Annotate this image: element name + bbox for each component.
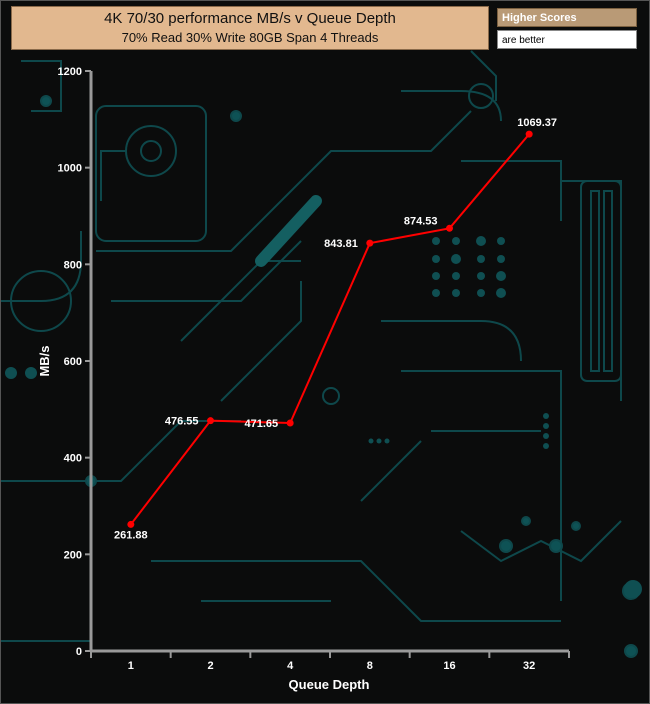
chart-title-box: 4K 70/30 performance MB/s v Queue Depth … — [11, 6, 489, 50]
x-tick-label: 32 — [523, 660, 535, 672]
data-label: 874.53 — [404, 215, 438, 227]
data-point — [446, 224, 453, 232]
y-axis: 0 200 400 600 800 1000 1200 — [58, 66, 93, 658]
chart-title: 4K 70/30 performance MB/s v Queue Depth — [104, 10, 396, 27]
y-tick-label: 800 — [64, 259, 82, 271]
x-axis-title: Queue Depth — [289, 677, 370, 692]
chart-frame: 0 200 400 600 800 1000 1200 1 2 4 8 16 32 261.88 476… — [0, 0, 650, 704]
y-tick-label: 400 — [64, 453, 82, 465]
x-tick-label: 8 — [367, 660, 373, 672]
x-tick-label: 2 — [207, 660, 213, 672]
data-label: 261.88 — [114, 529, 148, 541]
y-tick-label: 0 — [76, 646, 82, 658]
x-tick-label: 4 — [287, 660, 294, 672]
series-path — [130, 133, 530, 526]
data-label: 843.81 — [324, 238, 358, 250]
data-label: 471.65 — [245, 418, 279, 430]
y-axis-title: MB/s — [37, 345, 52, 376]
chart-subtitle: 70% Read 30% Write 80GB Span 4 Threads — [121, 30, 379, 45]
legend-higher-scores: Higher Scores — [497, 8, 637, 27]
data-point — [207, 417, 214, 425]
data-point — [525, 130, 533, 138]
line-chart: 0 200 400 600 800 1000 1200 1 2 4 8 16 32 261.88 476… — [37, 66, 570, 692]
x-axis: 1 2 4 8 16 32 — [90, 649, 570, 672]
y-tick-label: 1200 — [58, 66, 82, 78]
y-tick-label: 200 — [64, 549, 82, 561]
data-point — [286, 419, 294, 427]
data-point — [127, 520, 135, 528]
series-line: 261.88 476.55 471.65 843.81 874.53 1069.37 — [114, 117, 557, 541]
y-tick-label: 1000 — [58, 163, 82, 175]
x-tick-label: 1 — [128, 660, 134, 672]
x-tick-label: 16 — [443, 660, 455, 672]
data-point — [366, 239, 374, 247]
data-label: 476.55 — [165, 416, 199, 428]
y-tick-label: 600 — [64, 356, 82, 368]
data-label: 1069.37 — [517, 117, 557, 129]
legend-are-better: are better — [497, 30, 637, 49]
